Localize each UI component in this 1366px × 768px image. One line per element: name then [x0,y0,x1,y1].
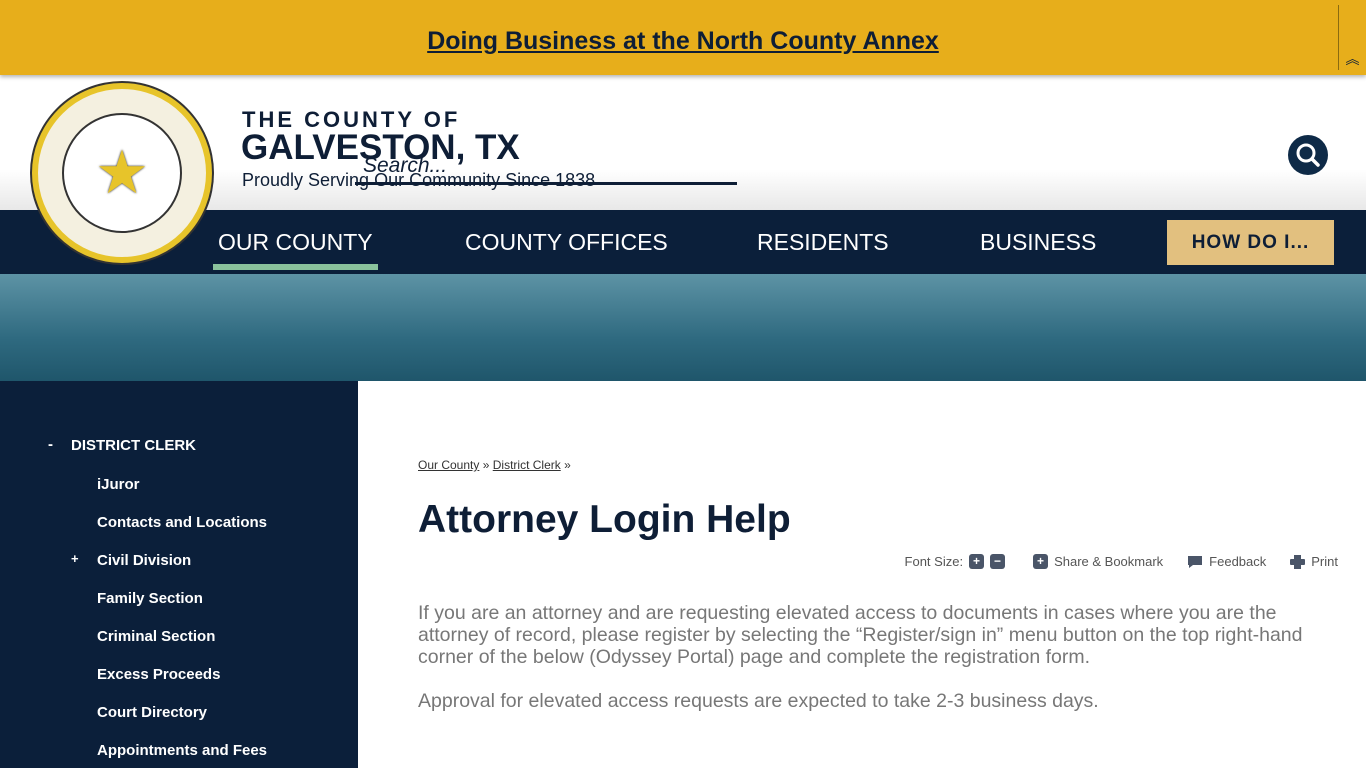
sidebar-item-court-directory[interactable]: Court Directory [97,704,207,721]
sidebar-item-family-section[interactable]: Family Section [97,590,203,607]
collapse-toggle[interactable]: - [48,436,53,453]
search-button[interactable] [1288,135,1328,175]
breadcrumb-district-clerk[interactable]: District Clerk [493,458,561,472]
page-title: Attorney Login Help [418,498,791,541]
share-bookmark-button[interactable]: Share & Bookmark [1054,554,1163,569]
content-paragraph: Approval for elevated access requests ar… [418,690,1099,712]
search-input[interactable] [355,150,737,185]
how-do-i-button[interactable]: HOW DO I... [1167,220,1334,265]
star-icon: ★ [95,139,149,206]
print-button[interactable]: Print [1311,554,1338,569]
breadcrumb-our-county[interactable]: Our County [418,458,479,472]
alert-link[interactable]: Doing Business at the North County Annex [427,27,939,56]
main-nav: OUR COUNTY COUNTY OFFICES RESIDENTS BUSI… [0,210,1366,274]
breadcrumb-separator: » [482,458,490,472]
search-icon [1296,143,1320,167]
double-chevron-up-icon: ︽ [1345,51,1360,67]
print-icon [1290,554,1306,569]
sidebar-item-appointments[interactable]: Appointments and Fees [97,742,267,759]
sidebar-item-civil-division[interactable]: Civil Division [97,552,191,569]
sidebar-item-contacts[interactable]: Contacts and Locations [97,514,267,531]
content-paragraph: If you are an attorney and are requestin… [418,602,1303,668]
sidebar-item-ijuror[interactable]: iJuror [97,476,140,493]
feedback-button[interactable]: Feedback [1209,554,1266,569]
plus-icon: + [1033,554,1049,569]
sidebar-item-district-clerk[interactable]: DISTRICT CLERK [71,437,196,454]
font-decrease-button[interactable]: − [990,554,1006,569]
alert-banner: Doing Business at the North County Annex… [0,0,1366,75]
sidebar-nav: - DISTRICT CLERK iJuror Contacts and Loc… [0,381,358,768]
collapse-alert-button[interactable]: ︽ [1338,5,1366,70]
expand-toggle[interactable]: + [71,551,79,566]
nav-residents[interactable]: RESIDENTS [757,229,889,256]
breadcrumb-separator: » [564,458,571,472]
breadcrumb: Our County » District Clerk » [418,458,571,472]
hero-banner-image [0,274,1366,381]
sidebar-item-excess-proceeds[interactable]: Excess Proceeds [97,666,220,683]
page-tools: Font Size: + − + Share & Bookmark Feedba… [905,554,1338,569]
font-size-label: Font Size: [904,554,964,569]
sidebar-item-criminal-section[interactable]: Criminal Section [97,628,215,645]
comment-icon [1188,555,1203,568]
font-increase-button[interactable]: + [969,554,985,569]
county-seal-logo[interactable]: ★ [32,83,212,263]
nav-county-offices[interactable]: COUNTY OFFICES [465,229,668,256]
nav-business[interactable]: BUSINESS [980,229,1096,256]
nav-our-county[interactable]: OUR COUNTY [213,229,378,270]
